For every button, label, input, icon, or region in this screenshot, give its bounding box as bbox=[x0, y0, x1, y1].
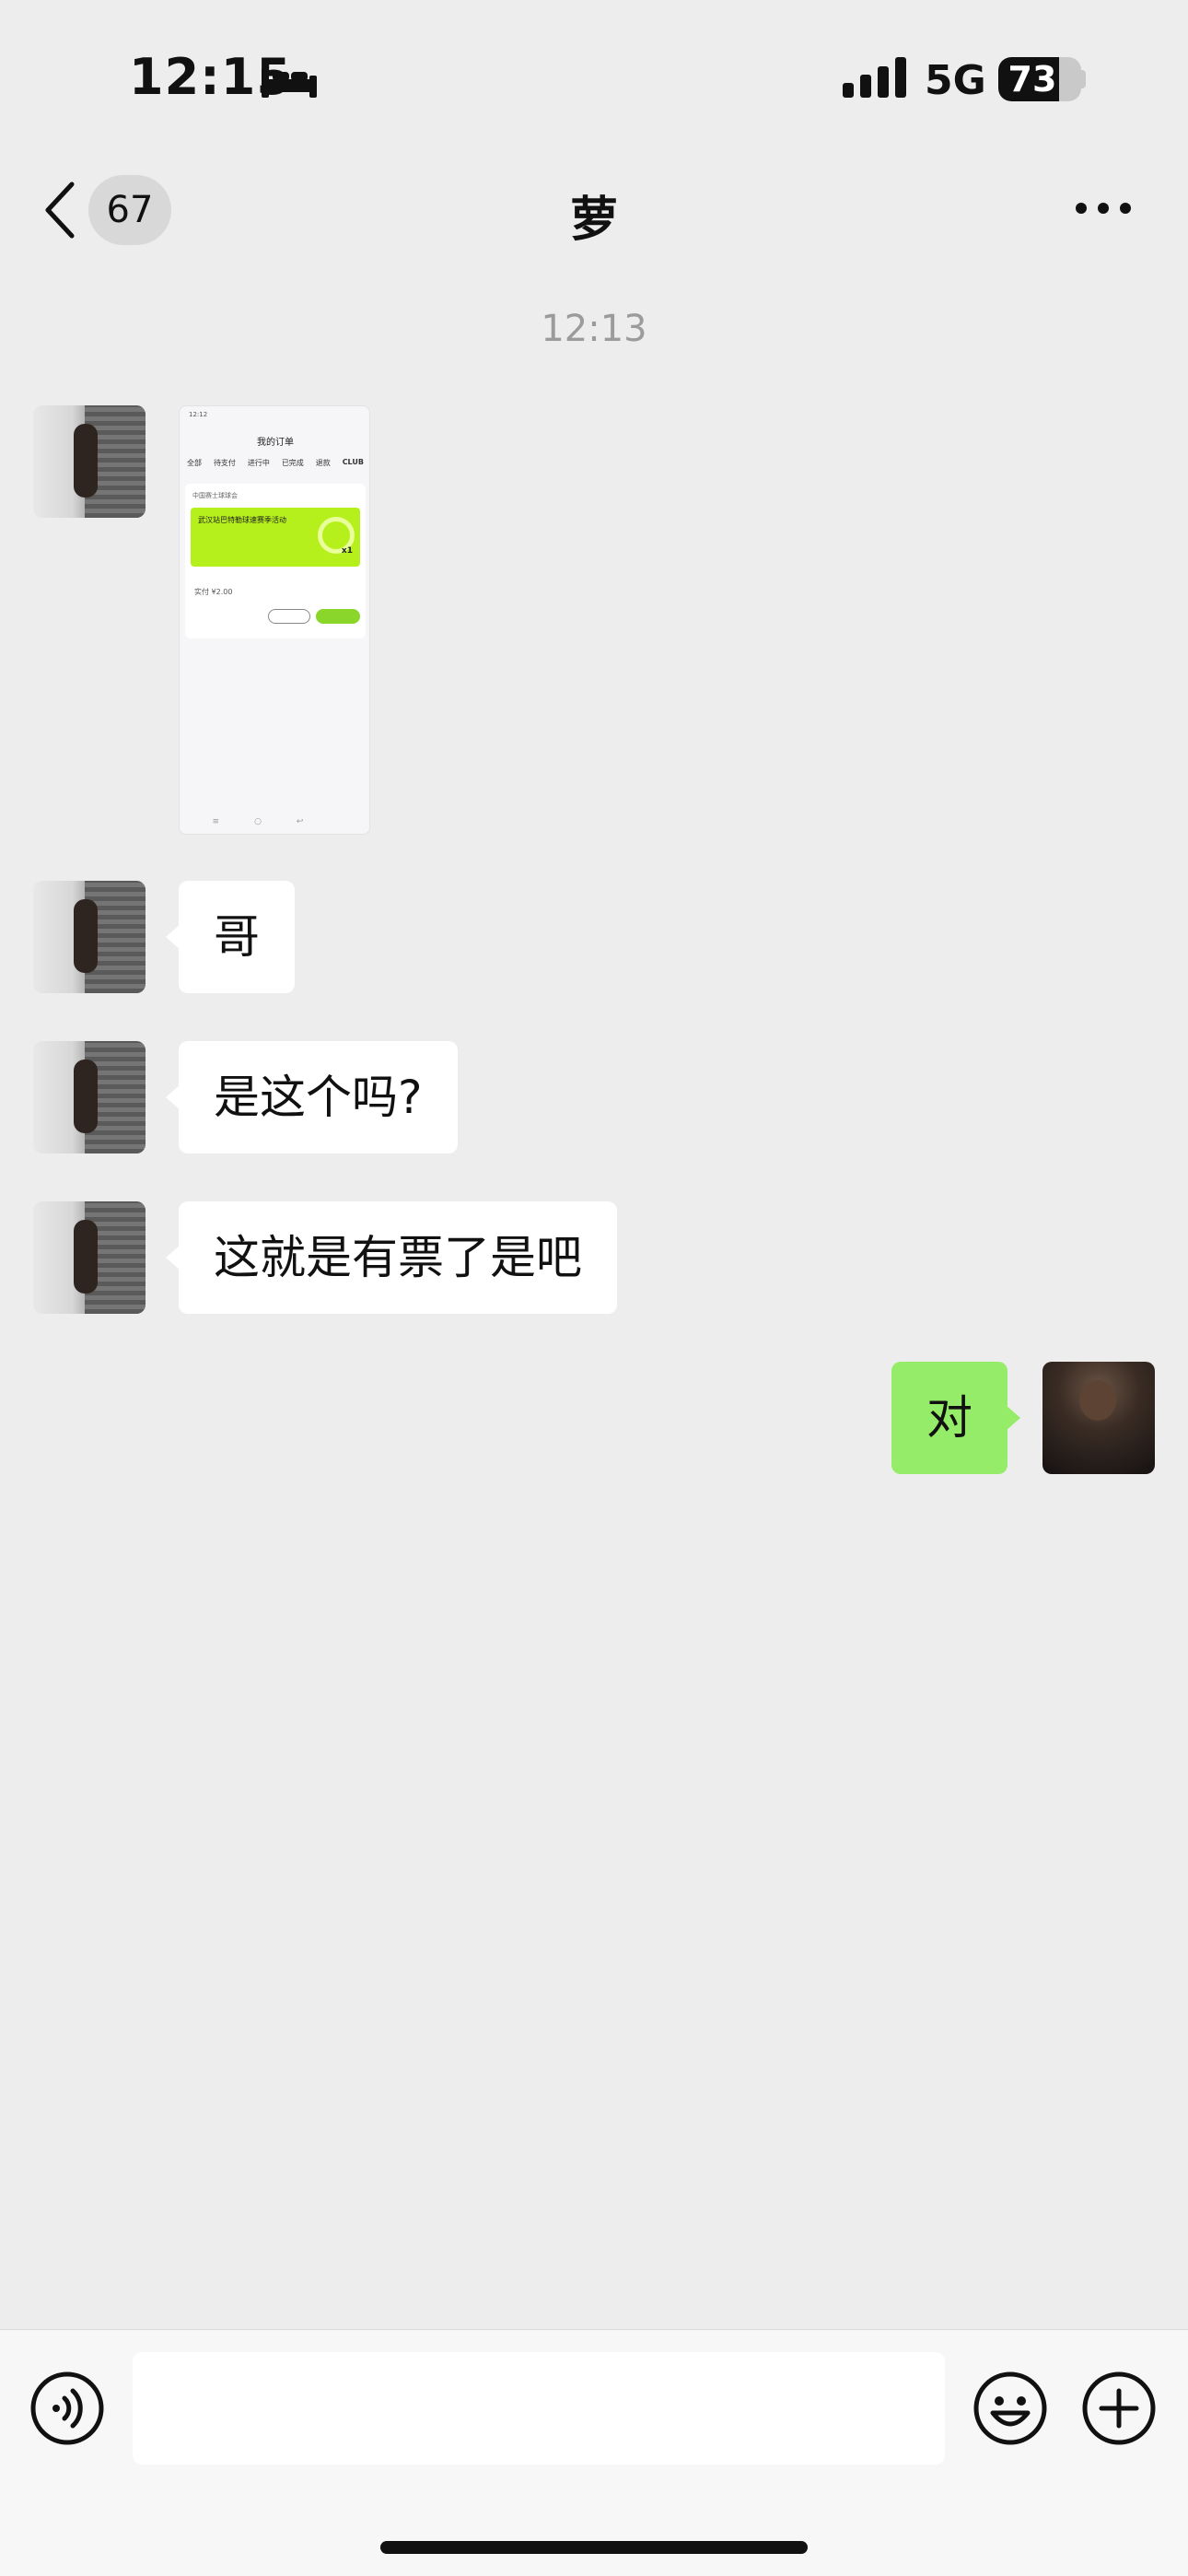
chat-screen: 12:15 5G 73 67 萝 12:13 12:12 我的订单 全部 待支付… bbox=[0, 0, 1188, 2576]
emoji-icon[interactable] bbox=[973, 2371, 1048, 2450]
more-dots-icon[interactable] bbox=[1074, 193, 1133, 227]
message-input[interactable] bbox=[133, 2352, 945, 2465]
plus-icon[interactable] bbox=[1081, 2371, 1157, 2450]
peer-avatar[interactable] bbox=[33, 1201, 146, 1314]
home-indicator[interactable] bbox=[380, 2541, 808, 2554]
thumbnail-button-filled bbox=[316, 609, 360, 624]
image-message[interactable]: 12:12 我的订单 全部 待支付 进行中 已完成 退款 CLUB 中国赛士球球… bbox=[179, 405, 370, 835]
battery-icon: 73 bbox=[998, 57, 1081, 101]
thumbnail-tab: 待支付 bbox=[213, 459, 236, 467]
chevron-left-icon[interactable] bbox=[44, 181, 76, 243]
thumbnail-tab: 退款 bbox=[315, 459, 331, 467]
self-avatar[interactable] bbox=[1042, 1362, 1155, 1474]
battery-percentage: 73 bbox=[1007, 59, 1057, 100]
thumbnail-button-outline bbox=[268, 609, 310, 624]
peer-avatar[interactable] bbox=[33, 405, 146, 518]
peer-avatar[interactable] bbox=[33, 1041, 146, 1153]
cellular-signal-icon bbox=[843, 57, 907, 101]
thumbnail-quantity: x1 bbox=[341, 546, 353, 556]
battery-cap bbox=[1079, 70, 1086, 88]
thumbnail-tab: 进行中 bbox=[247, 459, 270, 467]
status-bar: 12:15 5G 73 bbox=[0, 0, 1188, 157]
thumbnail-nav-title: 我的订单 bbox=[257, 438, 294, 448]
thumbnail-home-bar: ≡○↩ bbox=[212, 817, 339, 826]
network-type: 5G bbox=[925, 57, 986, 104]
thumbnail-order-card: 中国赛士球球会 武汉站巴特勒球速赛季活动 x1 实付 ¥2.00 bbox=[185, 484, 366, 638]
peer-avatar[interactable] bbox=[33, 881, 146, 993]
thumbnail-status-time: 12:12 bbox=[189, 411, 208, 418]
sleep-bed-icon bbox=[260, 66, 319, 103]
input-bar bbox=[0, 2329, 1188, 2576]
voice-icon[interactable] bbox=[29, 2371, 105, 2450]
thumbnail-banner: 武汉站巴特勒球速赛季活动 x1 bbox=[191, 508, 360, 567]
message-timestamp: 12:13 bbox=[541, 308, 647, 350]
self-message-bubble[interactable]: 对 bbox=[891, 1362, 1020, 1474]
peer-message-bubble[interactable]: 哥 bbox=[166, 881, 295, 993]
thumbnail-tab: CLUB bbox=[342, 458, 364, 466]
thumbnail-banner-title: 武汉站巴特勒球速赛季活动 bbox=[198, 516, 286, 524]
thumbnail-price: 实付 ¥2.00 bbox=[194, 588, 233, 596]
thumbnail-tabs: 全部 待支付 进行中 已完成 退款 CLUB bbox=[187, 458, 364, 468]
chat-title: 萝 bbox=[569, 193, 618, 248]
peer-message-bubble[interactable]: 这就是有票了是吧 bbox=[166, 1201, 617, 1314]
unread-count-badge[interactable]: 67 bbox=[88, 175, 171, 245]
thumbnail-tab: 已完成 bbox=[281, 459, 304, 467]
thumbnail-tab: 全部 bbox=[187, 459, 202, 467]
back-button[interactable]: 67 bbox=[37, 175, 184, 245]
peer-message-bubble[interactable]: 是这个吗? bbox=[166, 1041, 458, 1153]
thumbnail-org: 中国赛士球球会 bbox=[192, 492, 238, 499]
